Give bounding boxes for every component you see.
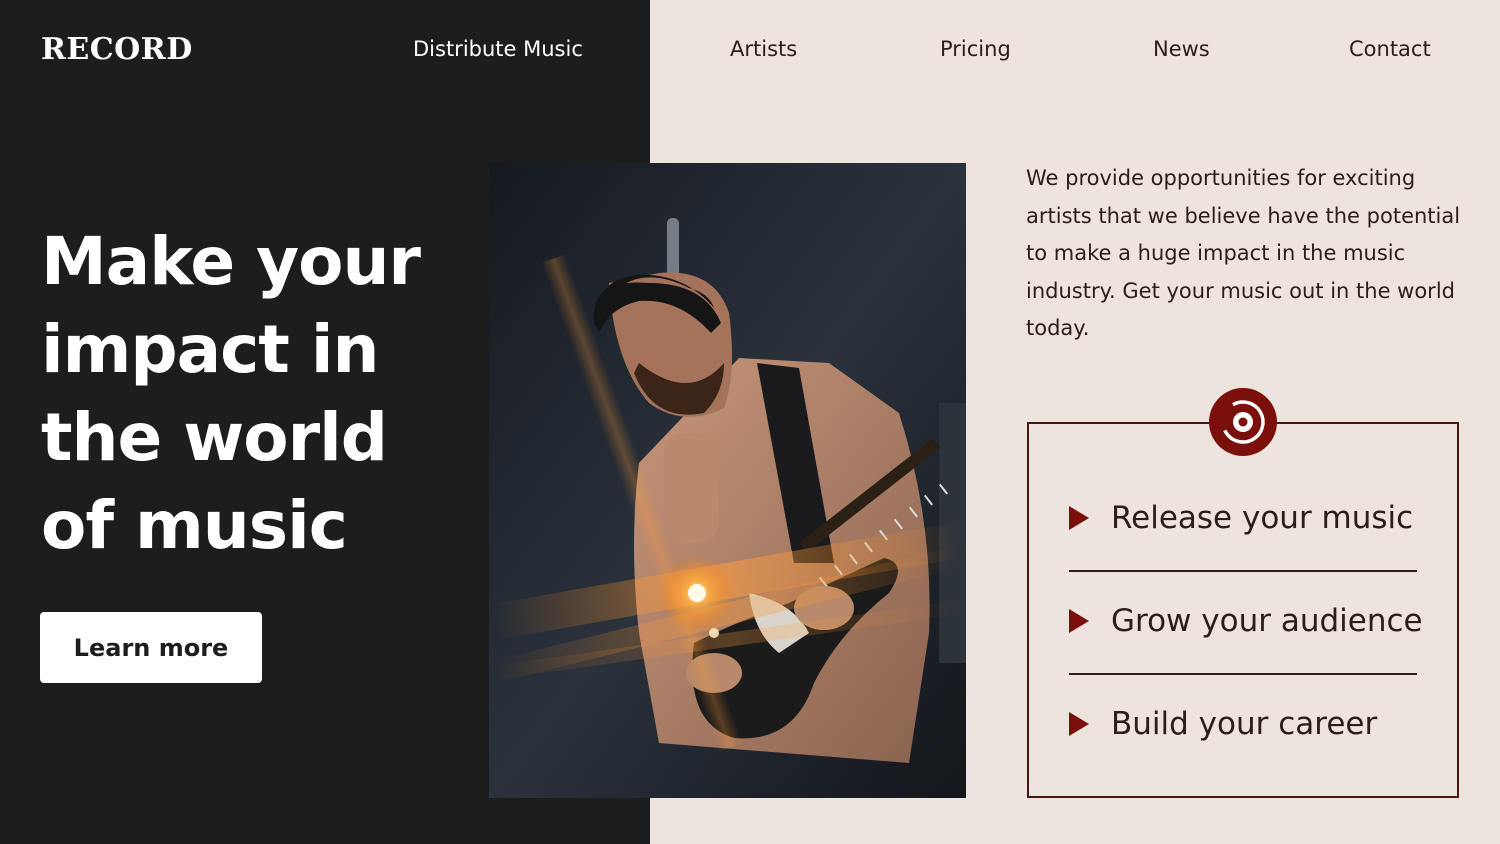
play-triangle-icon xyxy=(1069,712,1089,736)
feature-grow-audience[interactable]: Grow your audience xyxy=(1069,603,1423,639)
hero-title: Make your impact in the world of music xyxy=(41,223,421,564)
feature-build-career[interactable]: Build your career xyxy=(1069,706,1417,742)
brand-logo[interactable]: RECORD xyxy=(41,32,193,67)
guitarist-illustration xyxy=(489,163,966,798)
hero-photo-guitarist xyxy=(489,163,966,798)
feature-label: Grow your audience xyxy=(1111,603,1423,639)
feature-label: Build your career xyxy=(1111,706,1378,742)
play-triangle-icon xyxy=(1069,609,1089,633)
feature-divider xyxy=(1069,570,1417,572)
nav-link-contact[interactable]: Contact xyxy=(1349,37,1431,61)
nav-link-artists[interactable]: Artists xyxy=(730,37,797,61)
feature-divider xyxy=(1069,673,1417,675)
intro-paragraph: We provide opportunities for exciting ar… xyxy=(1026,166,1461,340)
feature-label: Release your music xyxy=(1111,500,1414,536)
nav-link-distribute-music[interactable]: Distribute Music xyxy=(413,37,583,61)
learn-more-button[interactable]: Learn more xyxy=(40,612,262,683)
nav-link-news[interactable]: News xyxy=(1153,37,1210,61)
feature-release-music[interactable]: Release your music xyxy=(1069,500,1417,536)
vinyl-record-icon xyxy=(1209,388,1277,456)
play-triangle-icon xyxy=(1069,506,1089,530)
nav-link-pricing[interactable]: Pricing xyxy=(940,37,1011,61)
